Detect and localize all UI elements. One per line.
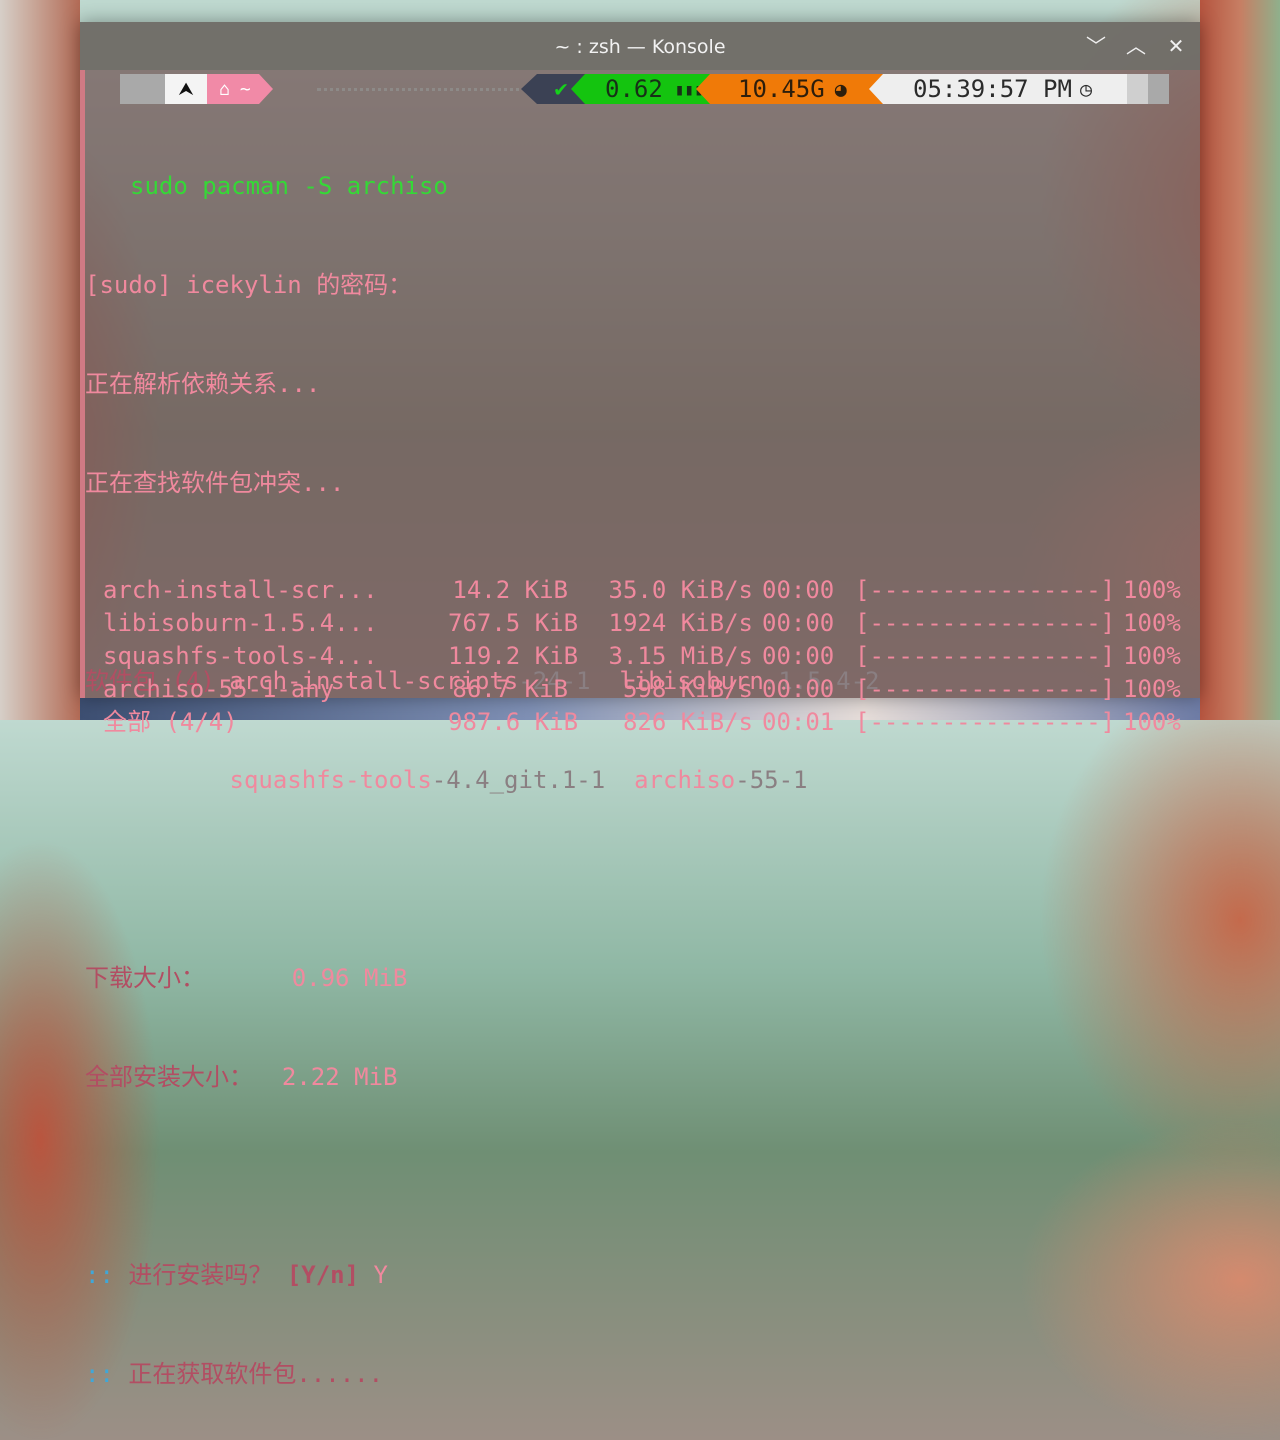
download-size: 119.2 KiB xyxy=(448,642,579,670)
terminal-area[interactable]: ⮝ ⌂ ~ ✔ 0.62 ▮▮▮ 10.45G ◕ 05:39:57 PM ◷ xyxy=(80,70,1200,1388)
status-separator xyxy=(521,74,537,104)
output-line: 正在解析依赖关系... xyxy=(85,370,321,398)
download-name: libisoburn-1.5.4... xyxy=(103,609,378,637)
confirm-options: [Y/n] xyxy=(286,1261,360,1289)
download-time: 00:01 xyxy=(762,708,835,736)
download-name: arch-install-scr... xyxy=(103,576,378,604)
prompt-filler-dots xyxy=(317,88,527,91)
prompt-cap-left xyxy=(120,74,165,104)
install-size-value: 2.22 MiB xyxy=(281,1063,398,1091)
download-size-line: 下载大小： 0.96 MiB xyxy=(85,962,1195,995)
prompt-path-segment: ⌂ ~ xyxy=(207,74,259,104)
download-progress-list: arch-install-scr... 14.2 KiB 35.0 KiB/s … xyxy=(103,574,1203,739)
download-name: squashfs-tools-4... xyxy=(103,642,378,670)
maximize-button[interactable]: ︿ xyxy=(1124,34,1148,58)
title-bar[interactable]: ~ : zsh — Konsole ﹀ ︿ ✕ xyxy=(80,22,1200,70)
download-bar: [----------------] xyxy=(855,609,1116,637)
confirm-answer: Y xyxy=(373,1261,388,1289)
download-rate: 3.15 MiB/s xyxy=(608,642,754,670)
download-size-value: 0.96 MiB xyxy=(291,964,408,992)
package-name: archiso xyxy=(634,766,736,794)
fetching-text: 正在获取软件包...... xyxy=(128,1360,384,1388)
download-time: 00:00 xyxy=(762,675,835,703)
download-percent: 100% xyxy=(1123,642,1181,670)
confirm-line: :: 进行安装吗？ [Y/n] Y xyxy=(85,1259,1195,1292)
output-line: [sudo] icekylin 的密码： xyxy=(85,271,413,299)
download-size-label: 下载大小： xyxy=(85,964,205,992)
clock-segment: 05:39:57 PM ◷ xyxy=(883,74,1127,104)
download-time: 00:00 xyxy=(762,576,835,604)
load-separator xyxy=(571,74,585,104)
clock-time: 05:39:57 PM xyxy=(913,75,1072,103)
download-row: arch-install-scr... 14.2 KiB 35.0 KiB/s … xyxy=(103,574,1203,607)
download-size: 14.2 KiB xyxy=(452,576,568,604)
download-name: 全部 (4/4) xyxy=(103,708,238,736)
package-name: squashfs-tools xyxy=(229,766,432,794)
memory-segment: 10.45G ◕ xyxy=(710,74,883,104)
download-size: 987.6 KiB xyxy=(448,708,579,736)
packages-line: squashfs-tools-4.4_git.1-1 archiso-55-1 xyxy=(85,764,1195,797)
download-rate: 35.0 KiB/s xyxy=(608,576,754,604)
download-bar: [----------------] xyxy=(855,642,1116,670)
download-name: archiso-55-1-any xyxy=(103,675,335,703)
download-bar: [----------------] xyxy=(855,576,1116,604)
memory-separator xyxy=(696,74,710,104)
package-version: -55-1 xyxy=(735,766,808,794)
download-size: 767.5 KiB xyxy=(448,609,579,637)
prompt-path: ~ xyxy=(239,78,251,100)
download-time: 00:00 xyxy=(762,642,835,670)
download-row: squashfs-tools-4... 119.2 KiB 3.15 MiB/s… xyxy=(103,640,1203,673)
arch-icon: ⮝ xyxy=(165,74,207,104)
konsole-window: ~ : zsh — Konsole ﹀ ︿ ✕ ⮝ ⌂ ~ ✔ 0.62 ▮▮▮… xyxy=(80,22,1200,1388)
download-size: 86.7 KiB xyxy=(452,675,568,703)
download-rate: 598 KiB/s xyxy=(622,675,753,703)
download-percent: 100% xyxy=(1123,609,1181,637)
download-bar: [----------------] xyxy=(855,675,1116,703)
command-line: sudo pacman -S archiso xyxy=(85,170,1195,203)
close-button[interactable]: ✕ xyxy=(1164,34,1188,58)
install-size-line: 全部安装大小： 2.22 MiB xyxy=(85,1061,1195,1094)
download-percent: 100% xyxy=(1123,576,1181,604)
output-line: 正在查找软件包冲突... xyxy=(85,469,345,497)
download-percent: 100% xyxy=(1123,708,1181,736)
download-total-row: 全部 (4/4) 987.6 KiB 826 KiB/s 00:01 [----… xyxy=(103,706,1203,739)
minimize-button[interactable]: ﹀ xyxy=(1084,34,1108,58)
home-icon: ⌂ xyxy=(219,78,230,100)
load-segment: 0.62 ▮▮▮ xyxy=(585,74,710,104)
confirm-question: 进行安装吗？ xyxy=(128,1261,273,1289)
download-row: archiso-55-1-any 86.7 KiB 598 KiB/s 00:0… xyxy=(103,673,1203,706)
window-title: ~ : zsh — Konsole xyxy=(554,36,726,58)
install-size-label: 全部安装大小： xyxy=(85,1063,253,1091)
prompt-cap-right xyxy=(1127,74,1169,104)
command-text: sudo pacman -S archiso xyxy=(130,172,448,200)
wallpaper-right xyxy=(1200,0,1280,720)
clock-icon: ◷ xyxy=(1079,77,1092,101)
prompt-separator xyxy=(258,74,273,104)
prompt-left: ⮝ ⌂ ~ xyxy=(120,74,273,104)
memory-value: 10.45G xyxy=(738,75,825,103)
download-time: 00:00 xyxy=(762,609,835,637)
fetching-prefix: :: xyxy=(85,1360,114,1388)
download-bar: [----------------] xyxy=(855,708,1116,736)
download-rate: 826 KiB/s xyxy=(622,708,753,736)
terminal-output: sudo pacman -S archiso [sudo] icekylin 的… xyxy=(85,104,1195,1440)
load-value: 0.62 xyxy=(605,75,663,103)
wallpaper-left xyxy=(0,0,80,720)
download-percent: 100% xyxy=(1123,675,1181,703)
clock-separator xyxy=(869,74,883,104)
download-rate: 1924 KiB/s xyxy=(608,609,754,637)
confirm-prefix: :: xyxy=(85,1261,114,1289)
fetching-line: :: 正在获取软件包...... xyxy=(85,1358,1195,1391)
gauge-icon: ◕ xyxy=(834,77,847,101)
package-version: -4.4_git.1-1 xyxy=(431,766,606,794)
download-row: libisoburn-1.5.4... 767.5 KiB 1924 KiB/s… xyxy=(103,607,1203,640)
